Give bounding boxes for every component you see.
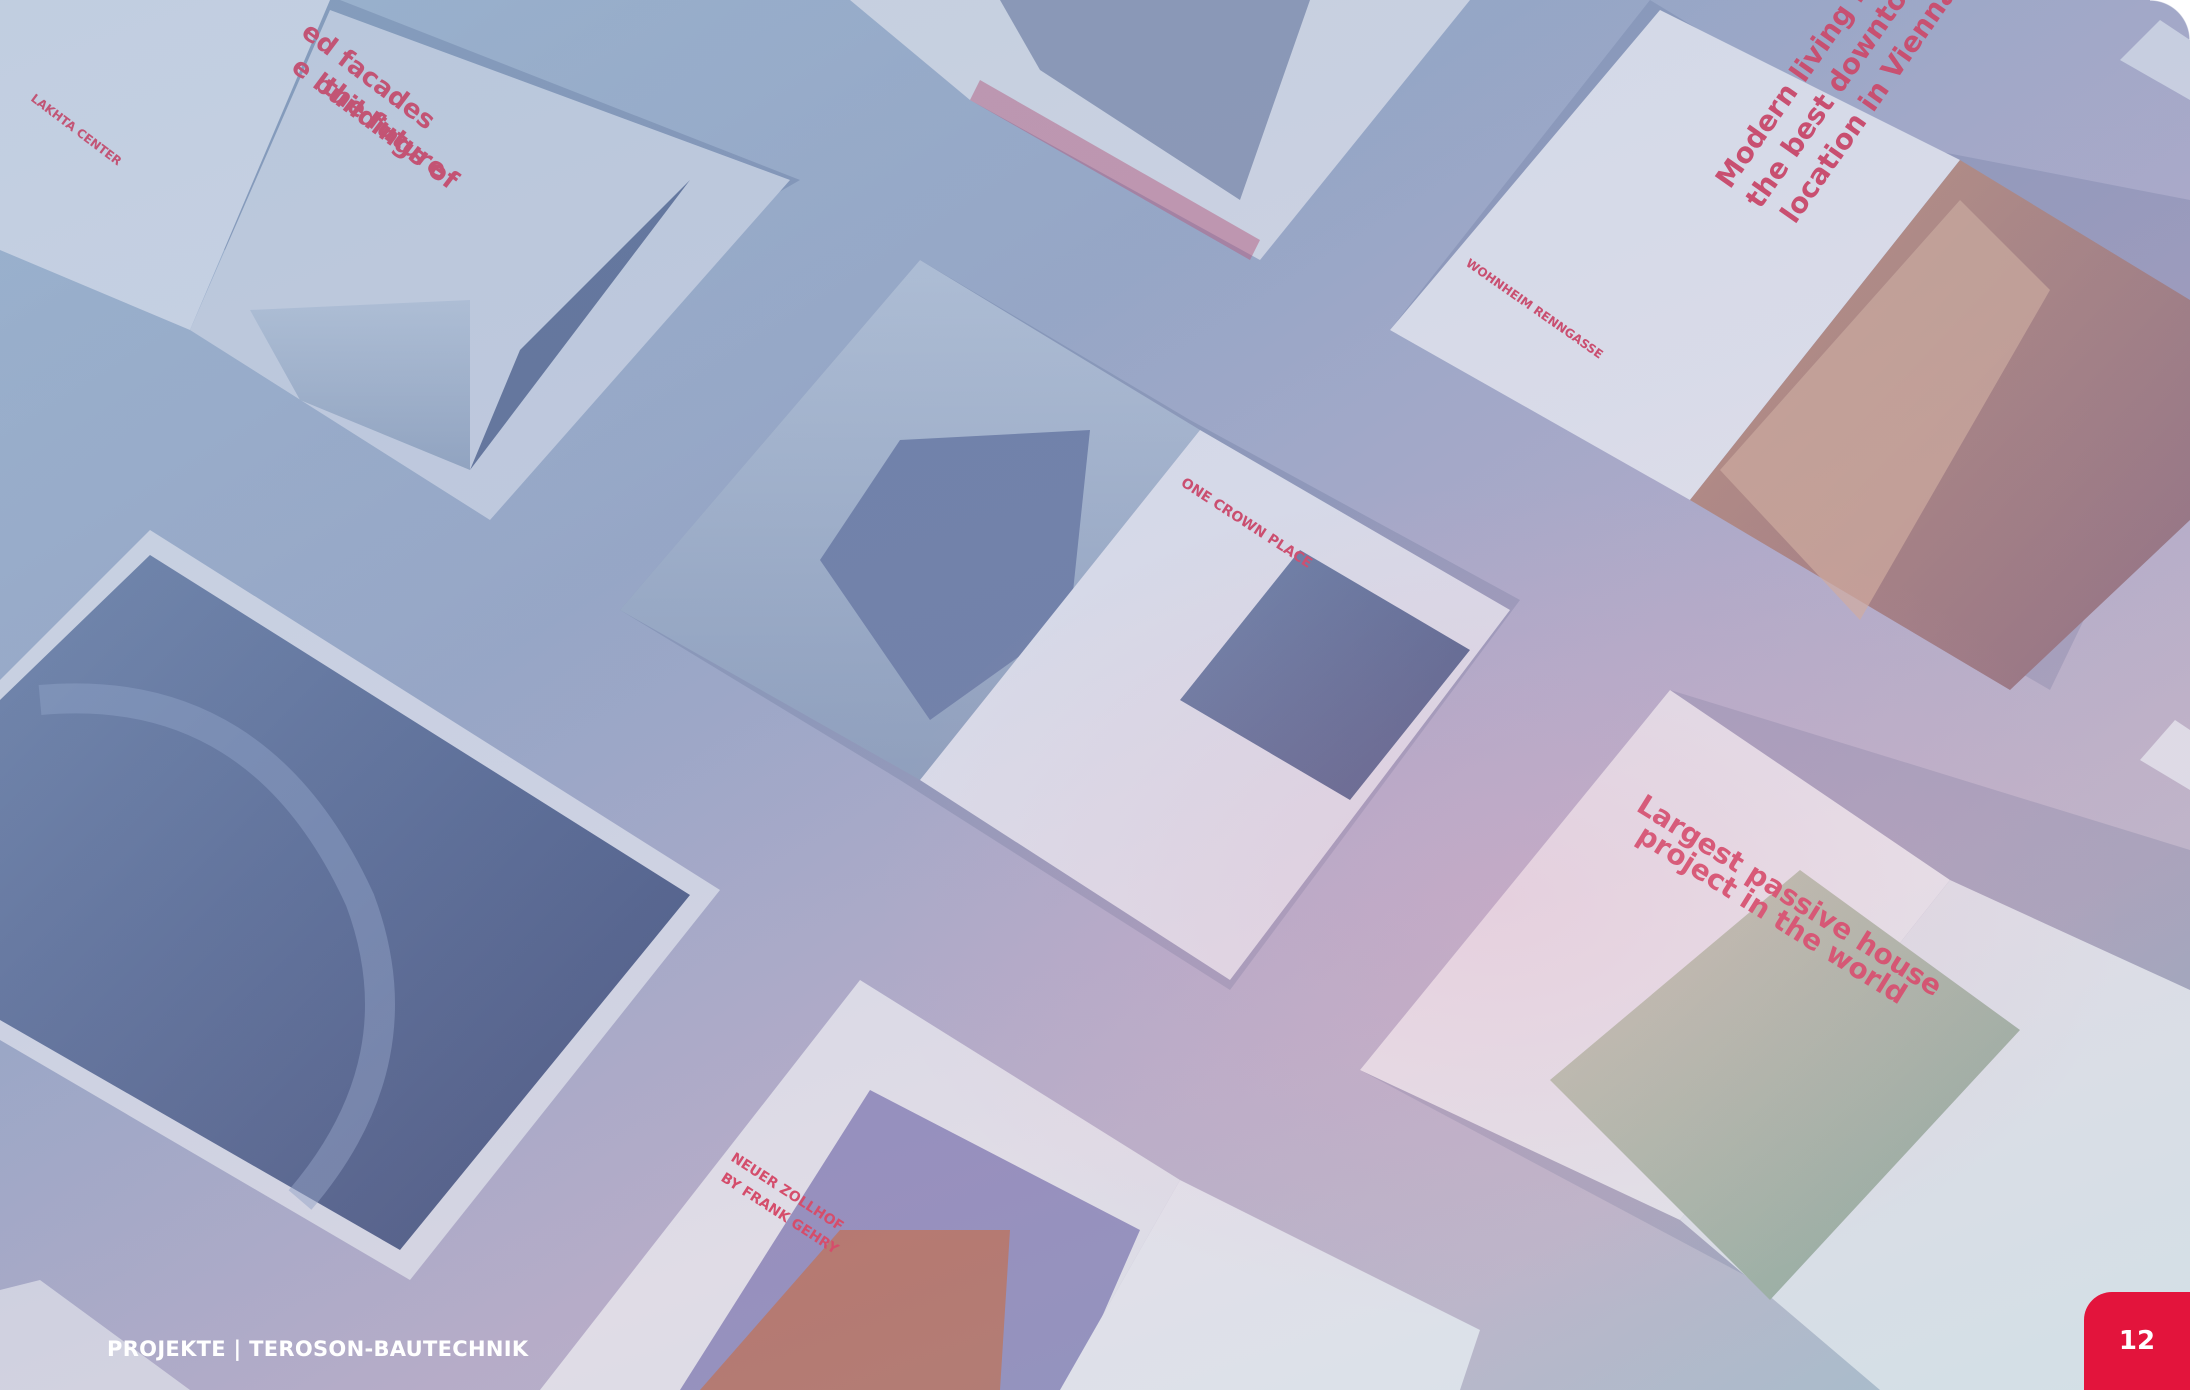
- page-number: 12: [2118, 1326, 2156, 1356]
- page-corner: [2150, 0, 2190, 40]
- magazine-spreads-photo: ed facades e buildings of the future LAK…: [0, 0, 2190, 1390]
- page-number-badge: 12: [2084, 1292, 2190, 1390]
- brochure-page: ed facades e buildings of the future LAK…: [0, 0, 2190, 1390]
- footer-section-label: PROJEKTE | TEROSON-BAUTECHNIK: [107, 1337, 529, 1361]
